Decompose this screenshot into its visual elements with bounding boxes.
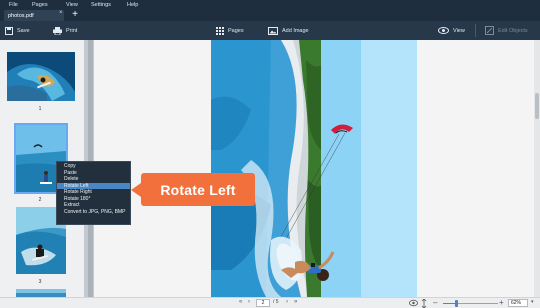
edit-icon — [485, 26, 494, 35]
zoom-level-select[interactable]: 62% — [508, 299, 528, 307]
tab-photos-pdf[interactable]: photos.pdf × — [4, 10, 64, 21]
save-icon — [5, 26, 13, 35]
close-icon[interactable]: × — [59, 10, 63, 16]
edit-objects-label: Edit Objects — [498, 27, 528, 34]
surfer-wave-image — [7, 52, 75, 101]
page-context-menu: Copy Paste Delete Rotate Left Rotate Rig… — [56, 161, 131, 225]
menu-file[interactable]: File — [9, 2, 18, 8]
pages-button[interactable]: Pages — [216, 21, 244, 40]
last-page-icon[interactable]: » — [294, 299, 297, 305]
print-label: Print — [66, 27, 78, 34]
kitesurf-photo-rotated — [211, 40, 417, 297]
status-bar: « ‹ 2 / 5 › » – + 62% ▾ — [0, 297, 540, 308]
add-image-label: Add Image — [282, 27, 309, 34]
menu-pages[interactable]: Pages — [32, 2, 48, 8]
next-page-icon[interactable]: › — [286, 299, 288, 305]
previous-page-icon[interactable]: ‹ — [248, 299, 250, 305]
grid-icon — [216, 26, 224, 35]
menu-bar: File Pages View Settings Help — [0, 0, 540, 9]
tab-label: photos.pdf — [8, 12, 34, 19]
page-number-input[interactable]: 2 — [256, 299, 270, 307]
main-scrollbar-thumb[interactable] — [535, 93, 539, 119]
tab-bar: photos.pdf × + — [0, 9, 540, 21]
pages-label: Pages — [228, 27, 244, 34]
eye-icon — [438, 27, 449, 34]
menu-help[interactable]: Help — [127, 2, 138, 8]
edit-objects-button[interactable]: Edit Objects — [485, 21, 528, 40]
print-button[interactable]: Print — [53, 21, 77, 40]
fit-page-icon[interactable] — [409, 299, 418, 307]
zoom-in-button[interactable]: + — [499, 298, 504, 307]
add-image-button[interactable]: Add Image — [268, 21, 309, 40]
rotated-page-preview[interactable] — [211, 40, 417, 297]
image-icon — [268, 26, 278, 35]
save-button[interactable]: Save — [5, 21, 30, 40]
fit-width-icon[interactable] — [421, 299, 427, 308]
menu-view[interactable]: View — [66, 2, 78, 8]
page-number-label: 3 — [38, 279, 42, 285]
page-number-label: 1 — [38, 106, 42, 112]
zoom-out-button[interactable]: – — [433, 298, 437, 307]
print-icon — [53, 26, 62, 35]
callout-pointer — [131, 183, 141, 197]
page-thumbnail-1[interactable] — [7, 52, 75, 101]
menu-settings[interactable]: Settings — [91, 2, 111, 8]
toolbar: Save Print Pages Add Image View Edit Obj… — [0, 21, 540, 40]
page-number-label: 2 — [38, 197, 42, 203]
add-tab-button[interactable]: + — [70, 9, 80, 21]
save-label: Save — [17, 27, 30, 34]
toolbar-divider — [475, 24, 476, 37]
view-button[interactable]: View — [438, 21, 465, 40]
first-page-icon[interactable]: « — [239, 299, 242, 305]
main-scrollbar[interactable] — [534, 40, 540, 297]
page-count: / 5 — [273, 299, 279, 305]
chevron-down-icon[interactable]: ▾ — [531, 299, 534, 305]
rotate-left-callout: Rotate Left — [141, 173, 255, 206]
zoom-slider-handle[interactable] — [455, 300, 458, 307]
menu-item-convert[interactable]: Convert to JPG, PNG, BMP — [57, 209, 130, 216]
view-label: View — [453, 27, 465, 34]
